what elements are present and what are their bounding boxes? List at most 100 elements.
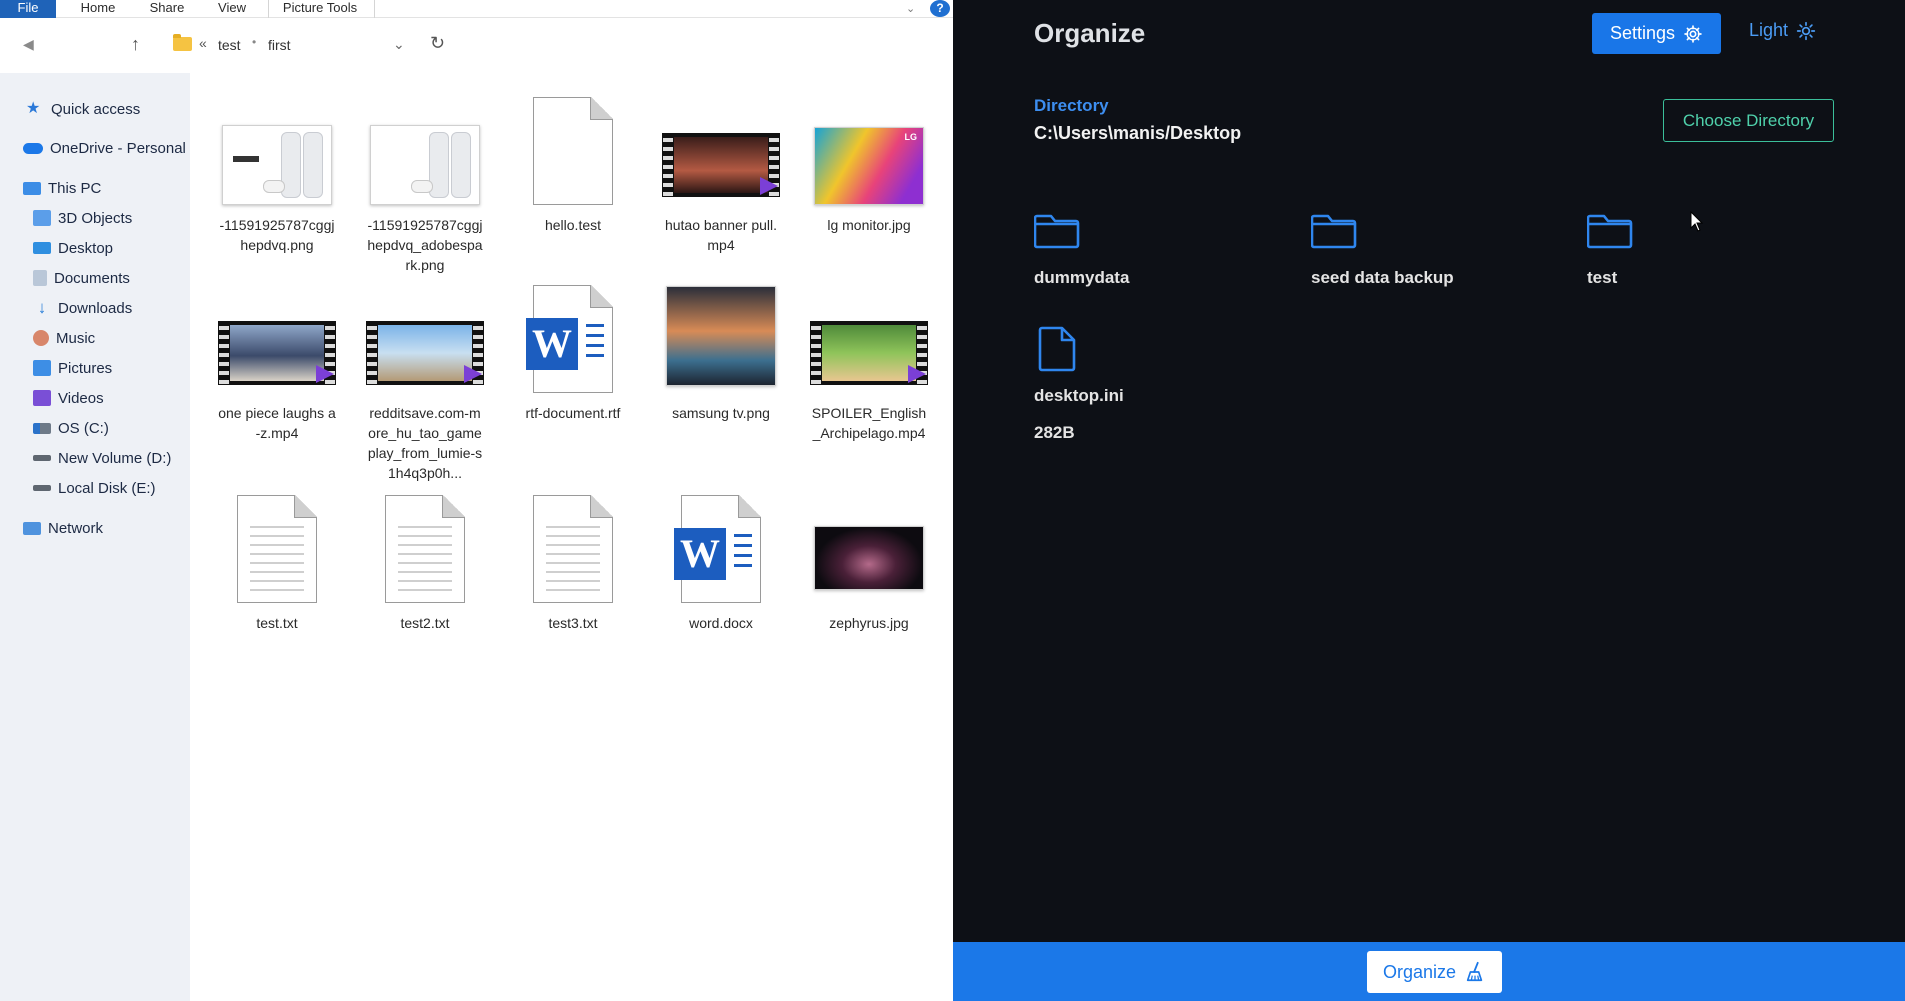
file-item[interactable]: one piece laughs a-z.mp4 [203,273,351,443]
theme-toggle[interactable]: Light [1749,20,1816,41]
file-item[interactable]: SPOILER_English_Archipelago.mp4 [795,273,943,443]
desktop-icon [33,242,51,254]
sidebar-item-downloads[interactable]: ↓ Downloads [33,296,132,320]
choose-directory-button[interactable]: Choose Directory [1663,99,1834,142]
entry-name: dummydata [1034,268,1130,287]
ribbon-divider [374,0,375,18]
sidebar-item-new-volume[interactable]: New Volume (D:) [33,446,171,470]
computer-icon [23,181,41,195]
organize-label: Organize [1382,961,1457,982]
file-item[interactable]: W rtf-document.rtf [499,273,647,423]
sidebar-item-desktop[interactable]: Desktop [33,236,113,260]
sidebar-item-3d-objects[interactable]: 3D Objects [33,206,132,230]
file-item[interactable]: redditsave.com-more_hu_tao_gameplay_from… [351,273,499,483]
download-icon: ↓ [37,298,47,317]
up-arrow-icon[interactable]: ↑ [131,34,140,55]
sidebar-item-videos[interactable]: Videos [33,386,104,410]
laptop-image [814,526,924,590]
breadcrumb-test[interactable]: test [218,37,241,53]
text-file-icon [365,483,485,603]
file-entry[interactable]: desktop.ini 282B [1034,326,1124,442]
navigation-bar: ◀ ↑ « test • first ⌄ ↻ [0,18,953,73]
address-dropdown-icon[interactable]: ⌄ [393,36,405,53]
file-item[interactable]: test.txt [203,483,351,633]
video-thumbnail-icon [809,273,929,393]
video-thumbnail-icon [365,273,485,393]
settings-button[interactable]: Settings [1592,13,1721,54]
tab-picture-tools[interactable]: Picture Tools [276,0,364,18]
ribbon-expand-chevron-icon[interactable]: ⌄ [906,2,915,15]
help-icon[interactable]: ? [930,0,950,17]
folder-entry[interactable]: seed data backup [1310,210,1454,287]
sidebar-item-network[interactable]: Network [23,516,103,540]
sidebar-item-label: Music [56,329,96,347]
folder-icon [1310,214,1357,249]
entry-name: desktop.ini [1034,386,1124,405]
sidebar-item-local-disk[interactable]: Local Disk (E:) [33,476,156,500]
file-name: test3.txt [548,615,598,631]
file-item[interactable]: hello.test [499,85,647,235]
file-name: zephyrus.jpg [829,615,909,631]
organize-app: Organize Settings Light Directory C:\Use… [953,0,1905,1001]
drive-icon [33,422,51,434]
sidebar-item-this-pc[interactable]: This PC [23,176,101,200]
pictures-icon [33,360,51,376]
address-overflow-chevron[interactable]: « [199,35,207,51]
tab-view[interactable]: View [206,0,258,18]
breadcrumb-separator-icon: • [252,35,257,49]
sidebar-item-quick-access[interactable]: ★ Quick access [26,97,140,121]
theme-label: Light [1749,20,1789,40]
file-item[interactable]: -11591925787cggjhepdvq.png [203,85,351,255]
cloud-icon [23,142,43,154]
file-name: word.docx [689,615,753,631]
entry-name: seed data backup [1311,268,1454,287]
folder-icon [1586,214,1633,249]
broom-icon [1466,961,1483,982]
sidebar-item-label: OS (C:) [58,419,109,437]
file-name: SPOILER_English_Archipelago.mp4 [811,405,927,441]
folder-entry[interactable]: test [1586,210,1633,287]
sidebar-item-pictures[interactable]: Pictures [33,356,112,380]
mouse-cursor-icon [1690,211,1704,232]
ribbon-tabs: File Home Share View Picture Tools ⌄ ? [0,0,953,18]
directory-path: C:\Users\manis/Desktop [1034,123,1242,143]
file-grid: -11591925787cggjhepdvq.png -11591925787c… [190,73,953,1001]
file-item[interactable]: LG lg monitor.jpg [795,85,943,235]
tab-file[interactable]: File [0,0,56,18]
sidebar-item-label: New Volume (D:) [58,449,172,467]
sidebar-item-os-c[interactable]: OS (C:) [33,416,109,440]
bottom-action-bar: Organize [953,942,1905,1001]
sidebar-item-label: OneDrive - Personal [50,139,186,157]
sidebar-item-label: Pictures [58,359,113,377]
breadcrumb-first[interactable]: first [268,37,291,53]
sidebar-item-onedrive[interactable]: OneDrive - Personal [23,136,186,160]
file-item[interactable]: hutao banner pull.mp4 [647,85,795,255]
folder-icon [1033,214,1080,249]
sidebar-item-music[interactable]: Music [33,326,95,350]
back-arrow-icon[interactable]: ◀ [23,36,34,53]
folder-entry[interactable]: dummydata [1033,210,1129,287]
file-item[interactable]: W word.docx [647,483,795,633]
file-item[interactable]: samsung tv.png [647,273,795,423]
word-file-icon: W [513,273,633,393]
ribbon-divider [268,0,269,18]
tab-home[interactable]: Home [70,0,126,18]
file-item[interactable]: -11591925787cggjhepdvq_adobespark.png [351,85,499,275]
sidebar-item-label: Network [48,519,104,537]
file-name: redditsave.com-more_hu_tao_gameplay_from… [367,405,483,481]
sidebar-item-label: This PC [48,179,102,197]
network-icon [23,521,41,535]
tab-share[interactable]: Share [138,0,196,18]
organize-button[interactable]: Organize [1367,951,1502,993]
refresh-icon[interactable]: ↻ [430,33,445,54]
sidebar-item-label: 3D Objects [58,209,133,227]
file-name: one piece laughs a-z.mp4 [218,405,336,441]
file-name: -11591925787cggjhepdvq_adobespark.png [367,217,483,273]
file-name: rtf-document.rtf [525,405,621,421]
entry-size: 282B [1034,423,1075,442]
file-item[interactable]: zephyrus.jpg [795,483,943,633]
file-item[interactable]: test2.txt [351,483,499,633]
cube-icon [33,210,51,226]
sidebar-item-documents[interactable]: Documents [33,266,130,290]
file-item[interactable]: test3.txt [499,483,647,633]
